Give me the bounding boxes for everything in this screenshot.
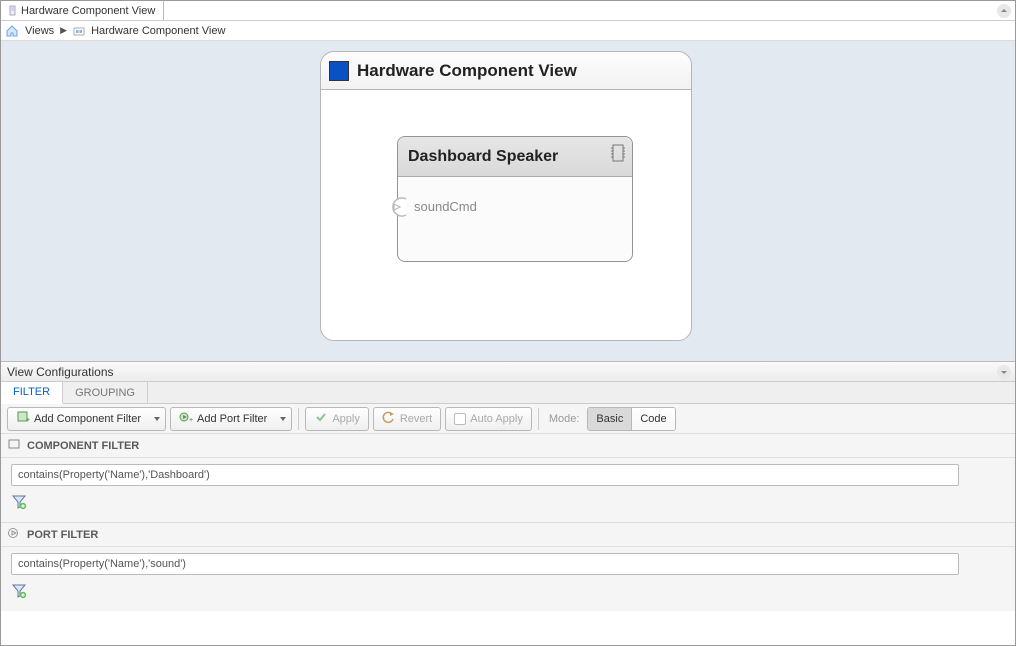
separator <box>538 408 539 430</box>
component-filter-heading-label: COMPONENT FILTER <box>27 440 139 452</box>
editor-tab-title: Hardware Component View <box>21 5 155 17</box>
chevron-right-icon: ▶ <box>60 25 67 36</box>
add-port-filter-dropdown[interactable] <box>275 407 292 431</box>
chip-icon <box>610 143 626 163</box>
revert-icon <box>382 410 396 427</box>
add-port-filter-button[interactable]: + Add Port Filter <box>170 407 276 431</box>
diagram-type-icon <box>329 61 349 81</box>
editor-tab[interactable]: Hardware Component View <box>1 1 164 20</box>
mode-label: Mode: <box>549 413 580 425</box>
port-filter-heading-label: PORT FILTER <box>27 529 98 541</box>
mode-code-button[interactable]: Code <box>631 408 674 430</box>
port-filter-section: PORT FILTER <box>1 522 1015 611</box>
diagram-header: Hardware Component View <box>321 52 691 90</box>
diagram-title: Hardware Component View <box>357 61 577 81</box>
component-filter-row <box>1 458 1015 492</box>
panel-title-bar: View Configurations <box>1 362 1015 382</box>
port-icon[interactable] <box>384 195 408 219</box>
component-node[interactable]: Dashboard Speaker soundCmd <box>397 136 633 262</box>
revert-button[interactable]: Revert <box>373 407 441 431</box>
component-icon <box>7 437 21 454</box>
port-label[interactable]: soundCmd <box>414 199 477 214</box>
component-filter-icon: + <box>16 410 30 427</box>
panel-options-icon[interactable] <box>997 365 1011 379</box>
mode-toggle: Basic Code <box>587 407 675 431</box>
auto-apply-checkbox[interactable] <box>454 413 466 425</box>
breadcrumb-root[interactable]: Views <box>25 25 54 37</box>
add-port-filter-icon[interactable] <box>11 583 31 603</box>
component-header: Dashboard Speaker <box>398 137 632 177</box>
svg-text:+: + <box>26 417 30 424</box>
svg-text:+: + <box>189 417 193 424</box>
breadcrumb-current[interactable]: Hardware Component View <box>91 25 225 37</box>
mode-basic-button[interactable]: Basic <box>588 408 631 430</box>
apply-label: Apply <box>332 413 360 425</box>
add-component-filter-button[interactable]: + Add Component Filter <box>7 407 150 431</box>
panel-title: View Configurations <box>7 365 114 379</box>
port-filter-input[interactable] <box>11 553 959 575</box>
tab-grouping[interactable]: GROUPING <box>63 382 148 403</box>
breadcrumb: Views ▶ Hardware Component View <box>1 21 1015 41</box>
port-filter-icon: + <box>179 410 193 427</box>
tab-filter[interactable]: FILTER <box>1 382 63 404</box>
home-icon[interactable] <box>5 24 19 38</box>
config-tabs: FILTER GROUPING <box>1 382 1015 404</box>
view-configurations-panel: View Configurations FILTER GROUPING + Ad… <box>1 361 1015 611</box>
add-component-filter-icon[interactable] <box>11 494 31 514</box>
minimize-icon[interactable] <box>997 4 1011 18</box>
component-filter-section: COMPONENT FILTER <box>1 434 1015 522</box>
diagram-canvas[interactable]: Hardware Component View Dashboard Speake… <box>1 41 1015 361</box>
port-filter-row <box>1 547 1015 581</box>
filter-toolbar: + Add Component Filter + Add Port Filter… <box>1 404 1015 434</box>
diagram-frame[interactable]: Hardware Component View Dashboard Speake… <box>320 51 692 341</box>
component-filter-heading: COMPONENT FILTER <box>1 434 1015 458</box>
view-icon <box>73 25 85 37</box>
component-filter-input[interactable] <box>11 464 959 486</box>
revert-label: Revert <box>400 413 432 425</box>
check-icon <box>314 410 328 427</box>
add-port-filter-label: Add Port Filter <box>197 413 267 425</box>
separator <box>298 408 299 430</box>
tab-file-icon <box>9 5 17 17</box>
port-filter-heading: PORT FILTER <box>1 523 1015 547</box>
component-name: Dashboard Speaker <box>408 148 558 166</box>
apply-button[interactable]: Apply <box>305 407 369 431</box>
add-component-filter-dropdown[interactable] <box>149 407 166 431</box>
port-icon <box>7 526 21 543</box>
editor-tab-bar: Hardware Component View <box>1 1 1015 21</box>
component-body: soundCmd <box>398 177 632 261</box>
auto-apply-label: Auto Apply <box>470 413 523 425</box>
tab-actions <box>993 1 1015 20</box>
add-component-filter-label: Add Component Filter <box>34 413 141 425</box>
auto-apply-button[interactable]: Auto Apply <box>445 407 532 431</box>
